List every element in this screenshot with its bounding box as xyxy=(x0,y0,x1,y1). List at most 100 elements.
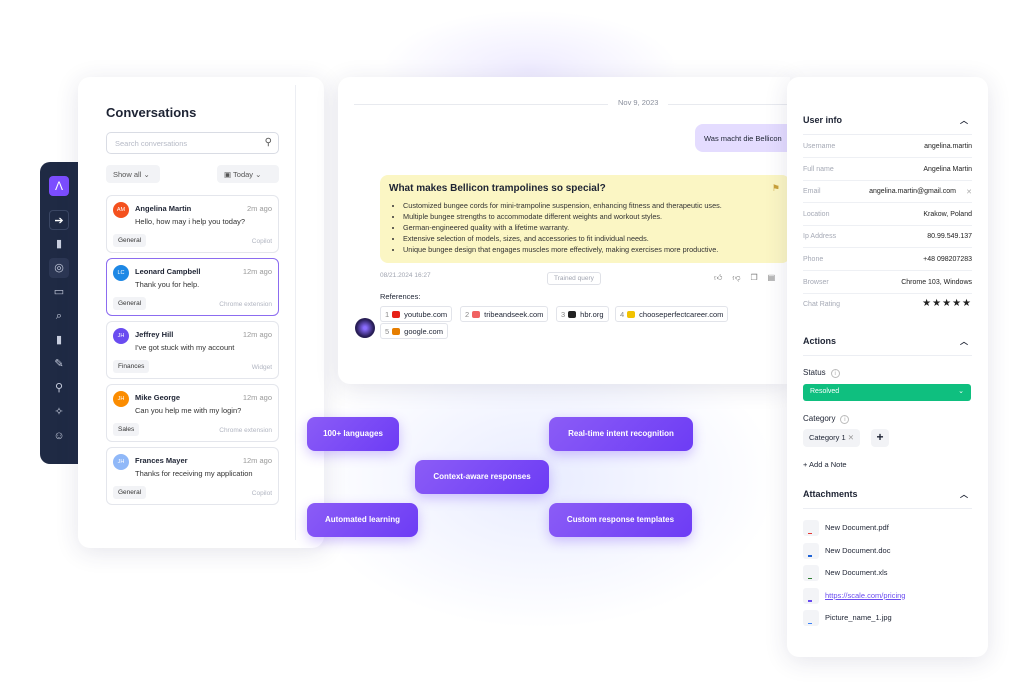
logo-icon[interactable]: Λ xyxy=(49,176,69,196)
folder-icon[interactable]: ▭ xyxy=(49,282,69,302)
avatar: JH xyxy=(113,454,129,470)
user-info-panel: User info ︿ Username angelina.martin Full n… xyxy=(787,77,988,657)
search-icon[interactable]: ⌕ xyxy=(49,306,69,326)
avatar: LC xyxy=(113,265,129,281)
add-note-link[interactable]: + Add a Note xyxy=(803,460,847,469)
thumbs-down-icon[interactable]: 👎︎ xyxy=(732,273,750,282)
status-select[interactable]: Resolved ⌄ xyxy=(803,384,971,401)
status-value: Resolved xyxy=(810,388,840,395)
reference-number: 3 xyxy=(561,310,566,319)
reference-site: tribeandseek.com xyxy=(484,310,544,319)
site-favicon-icon xyxy=(392,311,401,318)
attachment-name: https://scale.com/pricing xyxy=(825,590,906,600)
file-icon xyxy=(803,565,819,581)
message-timestamp: 08/21.2024 16:27 xyxy=(380,272,431,279)
file-icon xyxy=(803,520,819,536)
chevron-down-icon: ⌄ xyxy=(255,170,262,179)
search-input[interactable]: Search conversations ⚲ xyxy=(106,132,279,154)
stats-icon[interactable]: ▮ xyxy=(49,330,69,350)
bot-answer: What makes Bellicon trampolines so speci… xyxy=(380,175,790,263)
copy-icon[interactable]: ❐ xyxy=(751,273,768,282)
plugin-icon[interactable]: ✎ xyxy=(49,354,69,374)
reference-site: hbr.org xyxy=(580,310,604,319)
remove-category-icon[interactable]: ✕ xyxy=(848,433,854,442)
attachments-header[interactable]: Attachments ︿ xyxy=(803,489,972,509)
thumbs-up-icon[interactable]: 👍︎ xyxy=(714,273,732,282)
save-icon[interactable]: ▤ xyxy=(768,273,786,282)
bot-avatar xyxy=(355,318,375,338)
conversation-card[interactable]: JH Frances Mayer 12m ago Thanks for receivi… xyxy=(106,447,279,505)
category-tag: General xyxy=(113,297,147,310)
conversation-card[interactable]: LC Leonard Campbell 12m ago Thank you for h… xyxy=(106,258,279,316)
conversation-card[interactable]: AM Angelina Martin 2m ago Hello, how may i … xyxy=(106,195,279,253)
magic-icon[interactable]: ✧ xyxy=(49,402,69,422)
info-icon[interactable]: i xyxy=(840,415,850,424)
section-title: Attachments xyxy=(803,489,858,499)
app-sidebar: Λ ➔ ▮ ◎ ▭ ⌕ ▮ ✎ ⚲ ✧ ☺ xyxy=(40,162,80,464)
info-row: Phone +48 098207283 xyxy=(803,249,972,271)
info-row: Location Krakow, Poland xyxy=(803,204,972,226)
show-filter-dropdown[interactable]: Show all ⌄ xyxy=(106,165,160,183)
site-favicon-icon xyxy=(392,328,401,335)
contact-name: Jeffrey Hill xyxy=(135,330,174,339)
source-label: Copilot xyxy=(251,238,272,245)
user-info-header[interactable]: User info ︿ xyxy=(803,115,972,135)
bot-icon[interactable]: ☺ xyxy=(49,426,69,446)
section-title: Actions xyxy=(803,336,837,346)
field-value: Krakow, Poland xyxy=(923,210,972,218)
contact-name: Leonard Campbell xyxy=(135,267,201,276)
chevron-up-icon[interactable]: ︿ xyxy=(960,336,968,347)
site-favicon-icon xyxy=(472,311,481,318)
flag-icon[interactable]: ⚑ xyxy=(772,183,780,194)
chat-icon[interactable]: ◎ xyxy=(49,258,69,278)
field-label: Ip Address xyxy=(803,233,837,241)
avatar: JH xyxy=(113,328,129,344)
chevron-up-icon[interactable]: ︿ xyxy=(960,115,968,126)
section-title: User info xyxy=(803,115,843,125)
message-preview: Thanks for receiving my application xyxy=(135,469,253,478)
message-time: 12m ago xyxy=(242,267,272,276)
conversation-card[interactable]: JH Jeffrey Hill 12m ago I've got stuck with… xyxy=(106,321,279,379)
flow-icon[interactable]: ⚲ xyxy=(49,378,69,398)
conversation-card[interactable]: JH Mike George 12m ago Can you help me with… xyxy=(106,384,279,442)
calendar-icon: ▣ xyxy=(224,170,232,179)
contact-name: Frances Mayer xyxy=(135,456,188,465)
analytics-icon[interactable]: ▮ xyxy=(49,234,69,254)
reference-link[interactable]: 4 chooseperfectcareer.com xyxy=(615,306,729,322)
source-label: Widget xyxy=(251,364,272,371)
chevron-down-icon: ⌄ xyxy=(958,388,964,395)
field-value: angelina.martin@gmail.com xyxy=(869,188,956,196)
reference-link[interactable]: 2 tribeandseek.com xyxy=(460,306,549,322)
reference-number: 1 xyxy=(385,310,390,319)
date-filter-dropdown[interactable]: ▣ Today ⌄ xyxy=(217,165,279,183)
source-label: Copilot xyxy=(251,490,272,497)
contact-name: Angelina Martin xyxy=(135,204,192,213)
field-label: Browser xyxy=(803,278,829,286)
category-tag: General xyxy=(113,234,147,247)
message-preview: Hello, how may i help you today? xyxy=(135,217,246,226)
feature-pill: Automated learning xyxy=(307,503,418,537)
info-row: Ip Address 80.99.549.137 xyxy=(803,226,972,249)
attachment-name: New Document.xls xyxy=(825,568,888,577)
reference-number: 4 xyxy=(620,310,625,319)
chevron-up-icon[interactable]: ︿ xyxy=(960,489,968,500)
reference-link[interactable]: 5 google.com xyxy=(380,323,448,339)
message-preview: Thank you for help. xyxy=(135,280,200,289)
add-category-button[interactable]: + xyxy=(871,429,889,447)
chat-panel: Nov 9, 2023 Was macht die Bellicon What … xyxy=(338,77,790,384)
chevron-down-icon: ⌄ xyxy=(143,170,150,179)
clear-email-icon[interactable]: ✕ xyxy=(966,188,972,196)
category-tag: Finances xyxy=(113,360,150,373)
info-icon[interactable]: i xyxy=(830,369,840,378)
expand-arrow-icon[interactable]: ➔ xyxy=(49,210,69,230)
field-label: Email xyxy=(803,188,821,196)
category-tag: Sales xyxy=(113,423,140,436)
reference-link[interactable]: 3 hbr.org xyxy=(556,306,609,322)
attachment-name: Picture_name_1.jpg xyxy=(825,613,892,622)
page-title: Conversations xyxy=(106,105,197,120)
reference-link[interactable]: 1 youtube.com xyxy=(380,306,453,322)
actions-header[interactable]: Actions ︿ xyxy=(803,336,972,356)
source-label: Chrome extension xyxy=(219,301,272,308)
reference-number: 2 xyxy=(465,310,470,319)
answer-point: Multiple bungee strengths to accommodate… xyxy=(403,211,781,222)
